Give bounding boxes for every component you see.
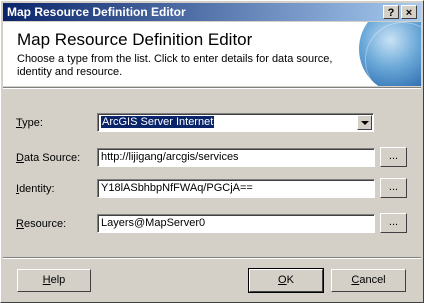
resource-input[interactable]: Layers@MapServer0 [97, 214, 375, 233]
resource-browse-button[interactable]: ... [380, 213, 407, 233]
header-title: Map Resource Definition Editor [17, 30, 253, 49]
cancel-button[interactable]: Cancel [331, 269, 406, 292]
title-bar[interactable]: Map Resource Definition Editor ? × [3, 3, 421, 21]
identity-input[interactable]: Y18lASbhbpNfFWAq/PGCjA== [97, 179, 375, 198]
data-source-label: Data Source: [16, 152, 81, 164]
close-button[interactable]: × [401, 5, 417, 19]
footer-divider [3, 257, 421, 259]
ok-button[interactable]: OK [248, 268, 324, 293]
header-subtitle: Choose a type from the list. Click to en… [17, 53, 333, 78]
type-select[interactable]: ArcGIS Server Internet [97, 113, 374, 132]
identity-label: Identity: [16, 183, 55, 195]
header-divider [3, 87, 421, 89]
help-button[interactable]: Help [17, 269, 91, 292]
data-source-input[interactable]: http://lijigang/arcgis/services [97, 148, 375, 167]
type-dropdown-button[interactable] [357, 115, 372, 130]
chevron-down-icon [361, 121, 369, 125]
header-banner: Map Resource Definition Editor Choose a … [3, 22, 421, 86]
type-label: Type: [16, 117, 43, 129]
resource-label: Resource: [16, 218, 67, 230]
window-title: Map Resource Definition Editor [7, 5, 186, 19]
dialog-window: Map Resource Definition Editor ? × Map R… [0, 0, 424, 303]
identity-browse-button[interactable]: ... [380, 178, 407, 198]
data-source-browse-button[interactable]: ... [380, 147, 407, 167]
type-selected-value: ArcGIS Server Internet [101, 116, 215, 128]
help-title-button[interactable]: ? [383, 5, 399, 19]
